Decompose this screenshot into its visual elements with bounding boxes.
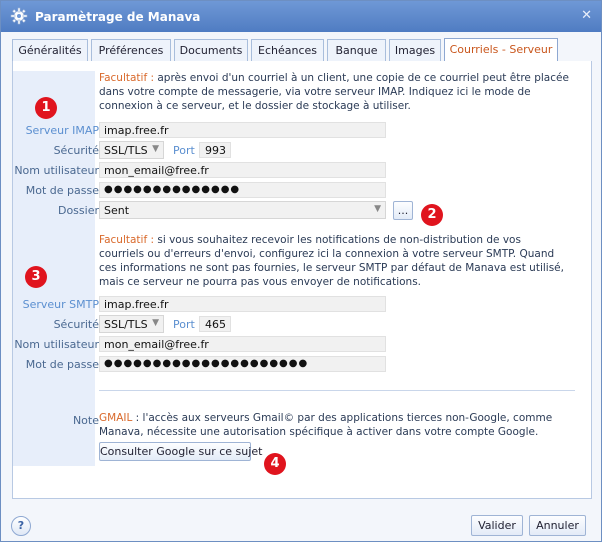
imap-password-label: Mot de passe — [25, 184, 99, 197]
smtp-user-label: Nom utilisateur — [14, 338, 99, 351]
imap-security-label: Sécurité — [53, 144, 99, 157]
note-label: Note — [72, 414, 99, 427]
imap-user-input[interactable]: mon_email@free.fr — [99, 162, 386, 178]
tab-banque[interactable]: Banque — [327, 39, 386, 61]
smtp-note-text: si vous souhaitez recevoir les notificat… — [99, 234, 564, 288]
annotation-badge-2: 2 — [421, 204, 443, 226]
chevron-down-icon: ▼ — [152, 318, 159, 328]
smtp-security-select[interactable]: SSL/TLS ▼ — [99, 315, 164, 333]
smtp-security-value: SSL/TLS — [104, 318, 148, 331]
imap-folder-value: Sent — [104, 204, 130, 217]
annotation-badge-4: 4 — [264, 453, 286, 475]
tab-images[interactable]: Images — [389, 39, 441, 61]
imap-security-select[interactable]: SSL/TLS ▼ — [99, 141, 164, 159]
tab-content-panel: Facultatif : après envoi d'un courriel à… — [12, 61, 592, 499]
imap-server-label: Serveur IMAP — [25, 124, 99, 137]
smtp-note: Facultatif : si vous souhaitez recevoir … — [99, 233, 569, 289]
annotation-badge-3: 3 — [25, 266, 47, 288]
imap-password-input[interactable]: ●●●●●●●●●●●●●● — [99, 182, 386, 198]
ok-button[interactable]: Valider — [471, 515, 523, 536]
annotation-badge-1: 1 — [35, 97, 57, 119]
smtp-port-label: Port — [173, 318, 195, 331]
smtp-server-input[interactable]: imap.free.fr — [99, 296, 386, 312]
imap-port-label: Port — [173, 144, 195, 157]
smtp-security-label: Sécurité — [53, 318, 99, 331]
gmail-note: GMAIL : l'accès aux serveurs Gmail© par … — [99, 411, 569, 439]
chevron-down-icon: ▼ — [152, 144, 159, 154]
tab-courriels-serveur[interactable]: Courriels - Serveur — [444, 38, 558, 62]
titlebar: Paramètrage de Manava ✕ — [1, 1, 601, 32]
browse-folder-button[interactable]: ... — [393, 201, 413, 220]
window-title: Paramètrage de Manava — [35, 10, 201, 24]
imap-server-input[interactable]: imap.free.fr — [99, 122, 386, 138]
gear-icon — [10, 7, 28, 25]
smtp-password-label: Mot de passe — [25, 358, 99, 371]
imap-user-label: Nom utilisateur — [14, 164, 99, 177]
smtp-password-input[interactable]: ●●●●●●●●●●●●●●●●●●●●● — [99, 356, 386, 372]
smtp-note-prefix: Facultatif : — [99, 234, 155, 246]
help-button[interactable]: ? — [11, 516, 31, 536]
gmail-note-text: : l'accès aux serveurs Gmail© par des ap… — [99, 412, 553, 438]
section-separator — [99, 390, 575, 391]
imap-folder-select[interactable]: Sent ▼ — [99, 201, 386, 219]
tab-echeances[interactable]: Echéances — [251, 39, 324, 61]
cancel-button[interactable]: Annuler — [529, 515, 586, 536]
imap-security-value: SSL/TLS — [104, 144, 148, 157]
tab-preferences[interactable]: Préférences — [91, 39, 171, 61]
imap-port-input[interactable]: 993 — [199, 142, 231, 158]
imap-folder-label: Dossier — [57, 204, 99, 217]
smtp-user-input[interactable]: mon_email@free.fr — [99, 336, 386, 352]
gmail-note-prefix: GMAIL — [99, 412, 133, 424]
tab-documents[interactable]: Documents — [174, 39, 248, 61]
imap-note-prefix: Facultatif : — [99, 72, 155, 84]
settings-dialog: Paramètrage de Manava ✕ Généralités Préf… — [0, 0, 602, 542]
imap-note: Facultatif : après envoi d'un courriel à… — [99, 71, 569, 113]
imap-note-text: après envoi d'un courriel à un client, u… — [99, 72, 569, 112]
tab-generalites[interactable]: Généralités — [12, 39, 88, 61]
close-icon[interactable]: ✕ — [581, 8, 592, 23]
smtp-port-input[interactable]: 465 — [199, 316, 231, 332]
smtp-server-label: Serveur SMTP — [22, 298, 99, 311]
consult-google-button[interactable]: Consulter Google sur ce sujet — [99, 442, 262, 461]
chevron-down-icon: ▼ — [374, 204, 381, 214]
